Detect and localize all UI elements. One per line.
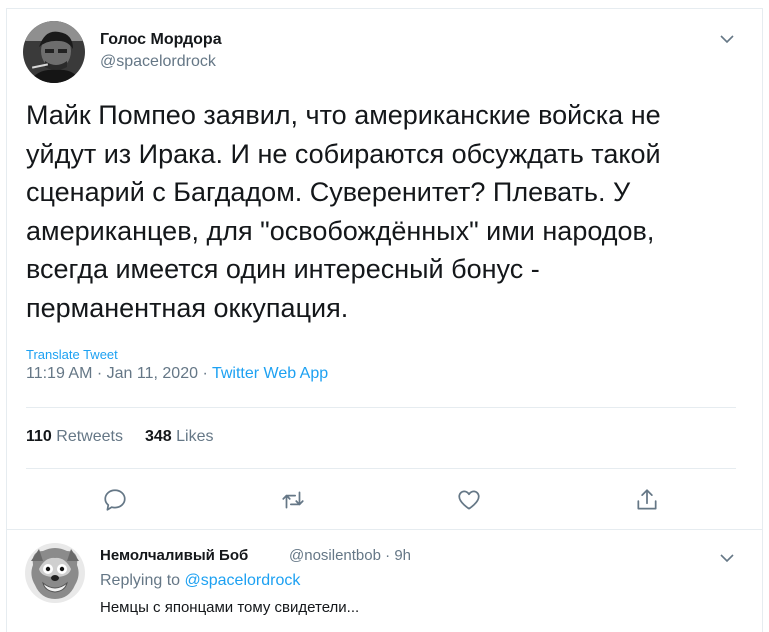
tweet-text-line: уйдут из Ирака. И не собираются обсуждат… [26, 138, 661, 169]
tweet-time[interactable]: 11:19 AM [26, 365, 92, 382]
reply-author-handle[interactable]: @nosilentbob [289, 547, 381, 564]
retweets-label: Retweets [56, 428, 123, 445]
divider [26, 468, 736, 469]
reply-author-avatar[interactable] [25, 543, 85, 603]
retweets-count: 110 [26, 428, 52, 445]
card-left-border [6, 8, 7, 632]
tweet-date[interactable]: Jan 11, 2020 [107, 365, 198, 382]
meta-separator: · [202, 365, 208, 382]
tweet-text-line: сценарий с Багдадом. Суверенитет? Плеват… [26, 177, 631, 207]
author-name[interactable]: Голос Мордора [100, 31, 222, 49]
author-avatar[interactable] [23, 21, 85, 83]
replying-to: Replying to @spacelordrock [100, 572, 300, 590]
card-top-border [6, 8, 763, 9]
retweets-stat[interactable]: 110 Retweets [26, 428, 123, 445]
chevron-down-icon[interactable] [720, 550, 734, 563]
meta-separator: · [385, 547, 391, 564]
tweet-stats: 110 Retweets 348 Likes [26, 428, 213, 446]
like-icon[interactable] [456, 487, 482, 513]
tweet-source-link[interactable]: Twitter Web App [212, 365, 328, 382]
likes-label: Likes [176, 428, 214, 445]
translate-tweet-link[interactable]: Translate Tweet [26, 347, 118, 362]
meta-separator: · [96, 365, 103, 382]
divider [26, 407, 736, 408]
reply-author-name[interactable]: Немолчаливый Боб [100, 547, 248, 564]
replying-prefix: Replying to [100, 572, 181, 589]
author-handle[interactable]: @spacelordrock [100, 53, 216, 71]
reply-age[interactable]: 9h [394, 547, 411, 564]
divider [6, 529, 763, 530]
reply-icon[interactable] [102, 487, 128, 513]
tweet-meta: 11:19 AM · Jan 11, 2020 · Twitter Web Ap… [26, 365, 328, 383]
chevron-down-icon[interactable] [720, 31, 734, 44]
likes-stat[interactable]: 348 Likes [145, 428, 214, 445]
retweet-icon[interactable] [280, 487, 306, 513]
likes-count: 348 [144, 428, 172, 445]
reply-meta: @nosilentbob · 9h [289, 547, 411, 564]
replying-to-mention[interactable]: @spacelordrock [185, 572, 301, 589]
tweet-text: Майк Помпео заявил, что американские вой… [26, 96, 726, 327]
card-right-border [762, 8, 763, 632]
tweet-text-line: американцев, для "освобождённых" ими нар… [26, 215, 655, 246]
tweet-text-line: всегда имеется один интересный бонус - [26, 254, 540, 284]
tweet-text-line: перманентная оккупация. [26, 292, 349, 323]
share-icon[interactable] [634, 487, 660, 513]
tweet-text-line: Майк Помпео заявил, что американские вой… [26, 100, 661, 130]
reply-text: Немцы с японцами тому свидетели... [100, 599, 360, 616]
